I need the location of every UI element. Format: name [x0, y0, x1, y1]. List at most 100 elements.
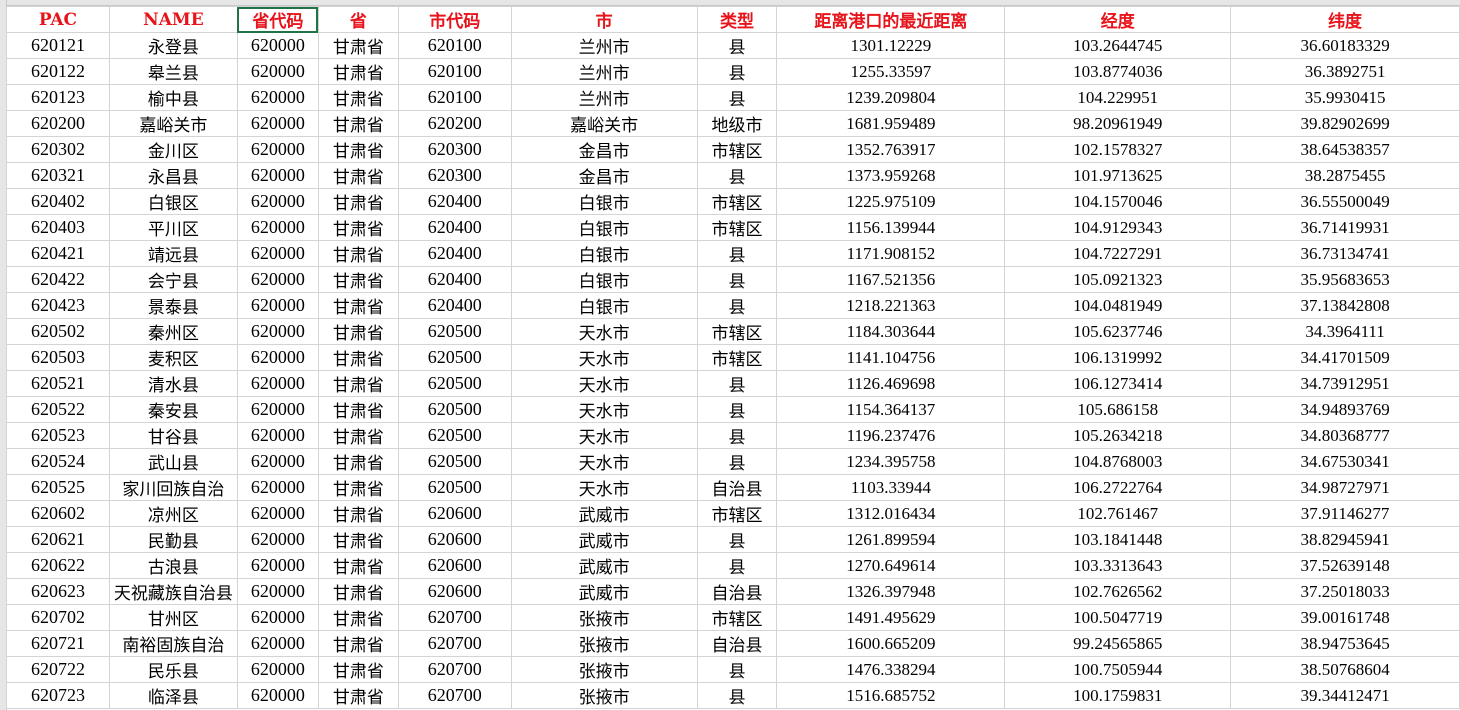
cell-city-code[interactable]: 620400 — [397, 214, 512, 241]
cell-pac[interactable]: 620623 — [6, 578, 110, 605]
cell-longitude[interactable]: 101.9713625 — [1004, 162, 1232, 189]
cell-city[interactable]: 兰州市 — [510, 58, 698, 85]
cell-province[interactable]: 甘肃省 — [317, 396, 399, 423]
cell-city-code[interactable]: 620700 — [397, 630, 512, 657]
cell-pac[interactable]: 620123 — [6, 84, 110, 111]
cell-city-code[interactable]: 620500 — [397, 318, 512, 345]
cell-province[interactable]: 甘肃省 — [317, 604, 399, 631]
cell-province-code[interactable]: 620000 — [236, 578, 319, 605]
cell-name[interactable]: 民乐县 — [108, 656, 238, 683]
header-latitude[interactable]: 纬度 — [1230, 6, 1460, 33]
cell-pac[interactable]: 620200 — [6, 110, 110, 137]
cell-pac[interactable]: 620525 — [6, 474, 110, 501]
cell-city[interactable]: 武威市 — [510, 526, 698, 553]
cell-city-code[interactable]: 620100 — [397, 58, 512, 85]
cell-name[interactable]: 会宁县 — [108, 266, 238, 293]
cell-pac[interactable]: 620721 — [6, 630, 110, 657]
cell-pac[interactable]: 620524 — [6, 448, 110, 475]
cell-city[interactable]: 天水市 — [510, 448, 698, 475]
cell-port-distance[interactable]: 1167.521356 — [776, 266, 1006, 293]
cell-province[interactable]: 甘肃省 — [317, 448, 399, 475]
cell-longitude[interactable]: 105.0921323 — [1004, 266, 1232, 293]
cell-city[interactable]: 白银市 — [510, 266, 698, 293]
cell-type[interactable]: 县 — [696, 84, 778, 111]
cell-latitude[interactable]: 35.95683653 — [1230, 266, 1460, 293]
cell-province[interactable]: 甘肃省 — [317, 578, 399, 605]
cell-city[interactable]: 白银市 — [510, 214, 698, 241]
cell-province[interactable]: 甘肃省 — [317, 656, 399, 683]
cell-port-distance[interactable]: 1234.395758 — [776, 448, 1006, 475]
cell-pac[interactable]: 620522 — [6, 396, 110, 423]
cell-longitude[interactable]: 103.2644745 — [1004, 32, 1232, 59]
cell-city[interactable]: 金昌市 — [510, 136, 698, 163]
cell-pac[interactable]: 620521 — [6, 370, 110, 397]
cell-pac[interactable]: 620122 — [6, 58, 110, 85]
cell-port-distance[interactable]: 1476.338294 — [776, 656, 1006, 683]
cell-longitude[interactable]: 100.1759831 — [1004, 682, 1232, 709]
cell-port-distance[interactable]: 1681.959489 — [776, 110, 1006, 137]
cell-name[interactable]: 临泽县 — [108, 682, 238, 709]
cell-type[interactable]: 县 — [696, 552, 778, 579]
cell-city-code[interactable]: 620500 — [397, 396, 512, 423]
cell-port-distance[interactable]: 1196.237476 — [776, 422, 1006, 449]
cell-latitude[interactable]: 36.60183329 — [1230, 32, 1460, 59]
cell-port-distance[interactable]: 1225.975109 — [776, 188, 1006, 215]
cell-province-code[interactable]: 620000 — [236, 422, 319, 449]
cell-city[interactable]: 天水市 — [510, 422, 698, 449]
cell-pac[interactable]: 620402 — [6, 188, 110, 215]
cell-port-distance[interactable]: 1126.469698 — [776, 370, 1006, 397]
cell-latitude[interactable]: 34.67530341 — [1230, 448, 1460, 475]
cell-province-code[interactable]: 620000 — [236, 318, 319, 345]
cell-longitude[interactable]: 104.9129343 — [1004, 214, 1232, 241]
cell-type[interactable]: 县 — [696, 240, 778, 267]
header-port-distance[interactable]: 距离港口的最近距离 — [776, 6, 1006, 33]
cell-longitude[interactable]: 103.3313643 — [1004, 552, 1232, 579]
cell-province-code[interactable]: 620000 — [236, 630, 319, 657]
cell-name[interactable]: 南裕固族自治 — [108, 630, 238, 657]
cell-province-code[interactable]: 620000 — [236, 266, 319, 293]
cell-province-code[interactable]: 620000 — [236, 500, 319, 527]
cell-type[interactable]: 县 — [696, 162, 778, 189]
cell-name[interactable]: 金川区 — [108, 136, 238, 163]
cell-province-code[interactable]: 620000 — [236, 162, 319, 189]
cell-province-code[interactable]: 620000 — [236, 110, 319, 137]
cell-city-code[interactable]: 620400 — [397, 266, 512, 293]
cell-province-code[interactable]: 620000 — [236, 136, 319, 163]
cell-city-code[interactable]: 620400 — [397, 240, 512, 267]
cell-latitude[interactable]: 37.25018033 — [1230, 578, 1460, 605]
cell-province-code[interactable]: 620000 — [236, 604, 319, 631]
cell-city-code[interactable]: 620600 — [397, 500, 512, 527]
cell-pac[interactable]: 620422 — [6, 266, 110, 293]
cell-type[interactable]: 地级市 — [696, 110, 778, 137]
cell-type[interactable]: 市辖区 — [696, 136, 778, 163]
cell-city-code[interactable]: 620500 — [397, 370, 512, 397]
cell-pac[interactable]: 620622 — [6, 552, 110, 579]
cell-type[interactable]: 市辖区 — [696, 344, 778, 371]
cell-longitude[interactable]: 104.1570046 — [1004, 188, 1232, 215]
cell-type[interactable]: 自治县 — [696, 474, 778, 501]
cell-name[interactable]: 白银区 — [108, 188, 238, 215]
cell-name[interactable]: 清水县 — [108, 370, 238, 397]
cell-type[interactable]: 县 — [696, 266, 778, 293]
cell-city[interactable]: 武威市 — [510, 578, 698, 605]
cell-latitude[interactable]: 38.94753645 — [1230, 630, 1460, 657]
cell-latitude[interactable]: 38.82945941 — [1230, 526, 1460, 553]
cell-province[interactable]: 甘肃省 — [317, 552, 399, 579]
cell-city[interactable]: 兰州市 — [510, 32, 698, 59]
cell-port-distance[interactable]: 1184.303644 — [776, 318, 1006, 345]
cell-latitude[interactable]: 35.9930415 — [1230, 84, 1460, 111]
cell-longitude[interactable]: 105.686158 — [1004, 396, 1232, 423]
cell-province-code[interactable]: 620000 — [236, 682, 319, 709]
cell-pac[interactable]: 620321 — [6, 162, 110, 189]
cell-city[interactable]: 天水市 — [510, 318, 698, 345]
cell-city-code[interactable]: 620600 — [397, 578, 512, 605]
cell-type[interactable]: 县 — [696, 448, 778, 475]
cell-longitude[interactable]: 100.5047719 — [1004, 604, 1232, 631]
cell-province-code[interactable]: 620000 — [236, 656, 319, 683]
cell-type[interactable]: 县 — [696, 58, 778, 85]
cell-type[interactable]: 市辖区 — [696, 188, 778, 215]
cell-province-code[interactable]: 620000 — [236, 474, 319, 501]
cell-port-distance[interactable]: 1270.649614 — [776, 552, 1006, 579]
header-city[interactable]: 市 — [510, 6, 698, 33]
cell-port-distance[interactable]: 1261.899594 — [776, 526, 1006, 553]
